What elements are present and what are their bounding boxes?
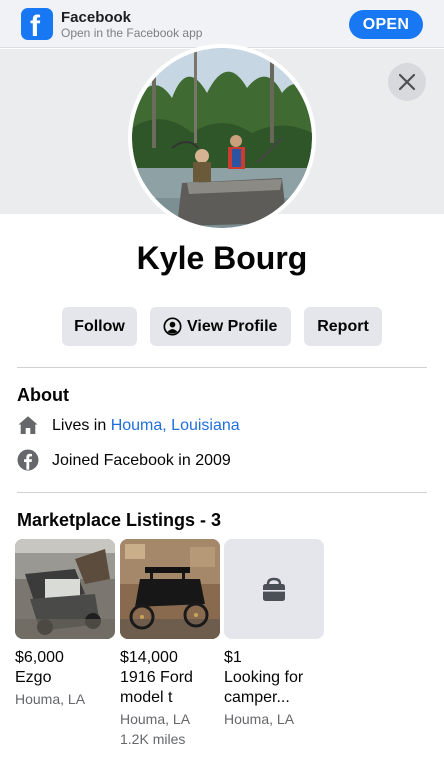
open-app-button[interactable]: OPEN	[349, 10, 423, 39]
lives-in-prefix: Lives in	[52, 417, 107, 434]
view-profile-button[interactable]: View Profile	[150, 307, 291, 346]
avatar-photo	[132, 48, 312, 228]
listing-card[interactable]: $1 Looking for camper... Houma, LA	[224, 539, 324, 729]
listing-location: Houma, LA	[224, 711, 295, 727]
listing-location: Houma, LA	[120, 711, 191, 727]
listing-price: $6,000	[15, 649, 64, 666]
profile-name: Kyle Bourg	[136, 240, 308, 276]
listing-card[interactable]: $6,000 Ezgo Houma, LA	[15, 539, 115, 709]
listing-title: 1916 Ford	[120, 669, 193, 686]
facebook-logo-icon: f	[21, 8, 53, 40]
shopping-bag-icon	[263, 577, 285, 601]
listing-photo[interactable]	[15, 539, 115, 639]
listing-photo[interactable]	[120, 539, 220, 639]
profile-avatar[interactable]	[128, 44, 316, 232]
listing-location: Houma, LA	[15, 691, 86, 707]
joined-text: Joined Facebook in 2009	[52, 452, 231, 469]
view-profile-label: View Profile	[187, 318, 278, 335]
banner-app-name: Facebook	[61, 9, 132, 26]
marketplace-title: Marketplace Listings - 3	[17, 510, 222, 530]
listing-title: model t	[120, 689, 173, 706]
close-button[interactable]	[388, 63, 426, 101]
user-circle-icon	[163, 317, 182, 336]
close-icon	[398, 73, 416, 91]
listing-price: $14,000	[120, 649, 178, 666]
follow-button[interactable]: Follow	[62, 307, 137, 346]
listing-photo-placeholder[interactable]	[224, 539, 324, 639]
about-title: About	[17, 385, 69, 405]
listing-card[interactable]: $14,000 1916 Ford model t Houma, LA 1.2K…	[120, 539, 220, 749]
listing-price: $1	[224, 649, 242, 666]
divider	[17, 367, 427, 368]
home-icon	[18, 416, 38, 434]
listing-title: Looking for	[224, 669, 304, 686]
listing-title: Ezgo	[15, 669, 52, 686]
listing-title: camper...	[224, 689, 290, 706]
facebook-circle-icon	[17, 449, 39, 471]
app-install-banner: f Facebook Open in the Facebook app OPEN	[0, 0, 444, 48]
divider	[17, 492, 427, 493]
listing-mileage: 1.2K miles	[120, 731, 186, 747]
hometown-link[interactable]: Houma, Louisiana	[111, 417, 240, 434]
banner-subtitle: Open in the Facebook app	[61, 26, 203, 40]
report-button[interactable]: Report	[304, 307, 382, 346]
